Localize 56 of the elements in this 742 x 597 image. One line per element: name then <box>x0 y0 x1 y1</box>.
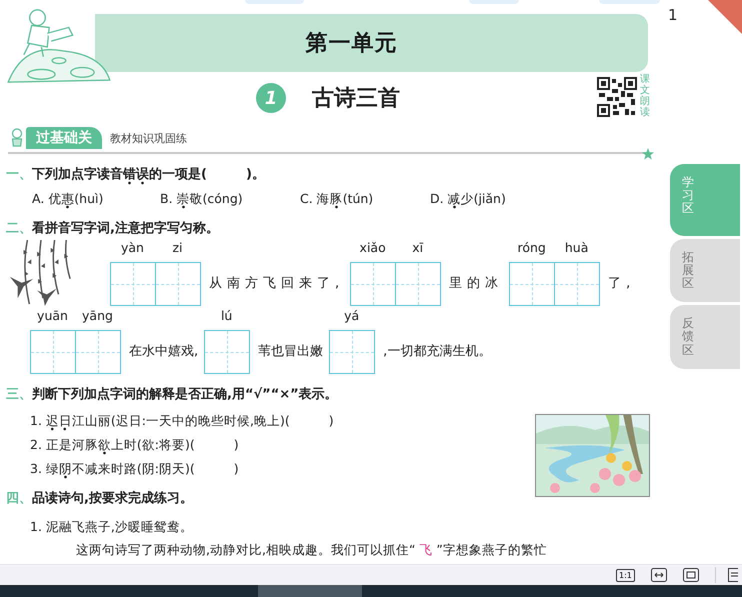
statement-item: 2. 正是河豚欲上时(欲:将要)( ) <box>30 436 334 454</box>
actual-size-button[interactable]: 1:1 <box>616 568 635 582</box>
writing-cell[interactable] <box>351 263 396 305</box>
page-number: 1 <box>668 6 679 24</box>
qr-code-icon <box>597 76 637 118</box>
writing-cell[interactable] <box>75 331 120 373</box>
panel-icon[interactable] <box>728 568 738 582</box>
sentence-text: 了, <box>608 275 636 292</box>
answer-option: A. 优惠(huì) <box>32 190 160 208</box>
writing-cell[interactable] <box>155 263 200 305</box>
writing-cell[interactable] <box>554 263 600 305</box>
pinyin-text: yàn <box>120 240 145 257</box>
pinyin-text: xī <box>411 240 424 257</box>
question-heading: 四、品读诗句,按要求完成练习。 <box>6 490 194 508</box>
writing-cell[interactable] <box>510 263 554 305</box>
sentence-text: ,一切都充满生机。 <box>383 343 492 360</box>
pinyin-text: yāng <box>81 308 114 325</box>
answer-option: D. 减少(jiǎn) <box>430 190 506 208</box>
answer-option: C. 海豚(tún) <box>300 190 430 208</box>
sentence-text: 在水中嬉戏, <box>129 343 198 360</box>
writing-cell[interactable] <box>330 331 374 373</box>
writing-cell[interactable] <box>31 331 75 373</box>
pinyin-text: lú <box>220 308 234 325</box>
question-heading: 二、看拼音写字词,注意把字写匀称。 <box>6 220 220 238</box>
writing-cell[interactable] <box>111 263 155 305</box>
section-subtitle: 教材知识巩固练 <box>110 130 187 146</box>
writing-cell[interactable] <box>395 263 440 305</box>
pinyin-text: xiǎo <box>358 240 387 257</box>
writing-cell[interactable] <box>205 331 250 373</box>
sentence-text: 里的冰 <box>449 275 504 292</box>
fit-page-icon[interactable] <box>682 568 699 582</box>
paragraph-text: 这两句诗写了两种动物,动静对比,相映成趣。我们可以抓住“ 飞 ”字想象燕子的繁忙 <box>76 542 548 557</box>
sentence-text: 苇也冒出嫩 <box>258 343 324 360</box>
statement-item: 3. 绿阴不减来时路(阴:阴天)( ) <box>30 460 334 478</box>
answer-option: B. 崇敬(cóng) <box>160 190 300 208</box>
statement-item: 1. 迟日江山丽(迟日:一天中的晚些时候,晚上)( ) <box>30 412 334 430</box>
pinyin-text: yuān <box>36 308 69 325</box>
side-tab[interactable]: 学习区 <box>670 164 740 236</box>
lesson-title: 古诗三首 <box>312 85 400 113</box>
sentence-text: 从南方飞回来了, <box>209 275 344 292</box>
pinyin-text: zi <box>171 240 184 257</box>
fit-width-icon[interactable] <box>650 568 667 582</box>
pinyin-text: huà <box>564 240 590 257</box>
qr-caption: 课文朗读 <box>640 74 650 118</box>
poem-line: 1. 泥融飞燕子,沙暖睡鸳鸯。 <box>30 518 194 536</box>
pinyin-text: róng <box>516 240 547 257</box>
side-tab[interactable]: 反馈区 <box>670 305 740 369</box>
unit-title: 第一单元 <box>306 30 398 58</box>
section-badge: 过基础关 <box>26 127 102 149</box>
pinyin-text: yá <box>343 308 360 325</box>
star-icon <box>642 148 654 160</box>
question-heading: 三、判断下列加点字词的解释是否正确,用“√”“×”表示。 <box>6 386 339 404</box>
lesson-number: 1 <box>256 83 286 113</box>
scroll-thumb[interactable] <box>258 585 362 597</box>
side-tab[interactable]: 拓展区 <box>670 238 740 302</box>
question-heading: 一、下列加点字读音错误的一项是( )。 <box>6 166 660 184</box>
